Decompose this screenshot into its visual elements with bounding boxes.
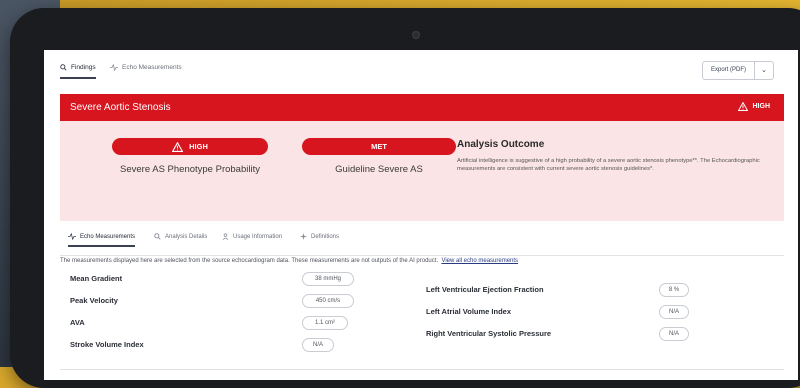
tab-echo-measurements[interactable]: Echo Measurements — [110, 64, 182, 71]
tab-echo-measurements-detail[interactable]: Echo Measurements — [68, 233, 136, 247]
measurement-label: Right Ventricular Systolic Pressure — [426, 329, 552, 338]
measurement-value: 38 mmHg — [302, 272, 354, 286]
subtab-label: Usage Information — [233, 233, 283, 240]
pulse-icon — [110, 64, 118, 71]
export-pdf-button[interactable]: Export (PDF) — [703, 62, 755, 79]
detail-tabs: Echo Measurements Analysis Details Usage… — [60, 221, 784, 255]
active-tab-indicator — [68, 245, 136, 247]
export-control: Export (PDF) ⌄ — [701, 61, 774, 80]
tab-analysis-details[interactable]: Analysis Details — [154, 233, 207, 240]
severity-banner: Severe Aortic Stenosis HIGH — [60, 94, 784, 121]
pulse-icon — [68, 233, 76, 240]
guideline-label: Guideline Severe AS — [335, 164, 423, 175]
probability-badge-label: HIGH — [189, 142, 208, 151]
measurement-value: N/A — [659, 305, 689, 319]
tab-definitions[interactable]: Definitions — [300, 233, 339, 240]
measurement-label: Left Ventricular Ejection Fraction — [426, 285, 544, 294]
outcome-text: Artificial intelligence is suggestive of… — [457, 158, 760, 173]
tab-findings-label: Findings — [71, 64, 96, 71]
tab-echo-label: Echo Measurements — [122, 64, 182, 71]
measurement-label: Peak Velocity — [70, 296, 118, 305]
sparkle-icon — [300, 233, 307, 240]
tabs-divider — [60, 255, 784, 256]
guideline-badge-label: MET — [371, 142, 387, 151]
measurement-label: Mean Gradient — [70, 274, 123, 283]
view-all-measurements-link[interactable]: View all echo measurements — [441, 258, 518, 264]
warning-icon — [737, 102, 748, 111]
measurement-value: N/A — [659, 327, 689, 341]
search-icon — [154, 233, 161, 240]
measurement-value: 8 % — [659, 283, 689, 297]
active-tab-indicator — [60, 77, 96, 79]
section-bottom-border — [60, 369, 784, 370]
measurement-label: AVA — [70, 318, 85, 327]
measurement-label: Left Atrial Volume Index — [426, 307, 512, 316]
tab-usage-information[interactable]: Usage Information — [222, 233, 282, 240]
subtab-label: Analysis Details — [165, 233, 208, 240]
tablet-frame: Findings Echo Measurements Export (PDF) … — [10, 8, 800, 388]
measurement-label: Stroke Volume Index — [70, 340, 144, 349]
chevron-down-icon[interactable]: ⌄ — [755, 62, 773, 79]
measurement-value: 450 cm/s — [302, 294, 354, 308]
guideline-badge: MET — [302, 138, 456, 155]
outcome-title: Analysis Outcome — [457, 139, 545, 150]
measurements-note: The measurements displayed here are sele… — [60, 258, 518, 264]
measurement-value: N/A — [302, 338, 334, 352]
tab-findings[interactable]: Findings — [60, 64, 96, 79]
probability-badge: HIGH — [112, 138, 268, 155]
findings-panel: HIGH Severe AS Phenotype Probability MET… — [60, 121, 784, 221]
banner-title: Severe Aortic Stenosis — [70, 102, 171, 113]
probability-label: Severe AS Phenotype Probability — [120, 164, 260, 175]
person-icon — [222, 233, 229, 240]
top-navigation: Findings Echo Measurements Export (PDF) … — [44, 50, 798, 90]
measurement-value: 1.1 cm² — [302, 316, 348, 330]
camera — [412, 31, 420, 39]
note-text: The measurements displayed here are sele… — [60, 258, 439, 264]
subtab-label: Definitions — [311, 233, 340, 240]
banner-badge-label: HIGH — [752, 103, 771, 110]
search-icon — [60, 64, 67, 71]
subtab-label: Echo Measurements — [80, 233, 136, 240]
warning-icon — [172, 141, 184, 152]
app-screen: Findings Echo Measurements Export (PDF) … — [44, 50, 798, 380]
banner-high-badge: HIGH — [737, 102, 771, 111]
